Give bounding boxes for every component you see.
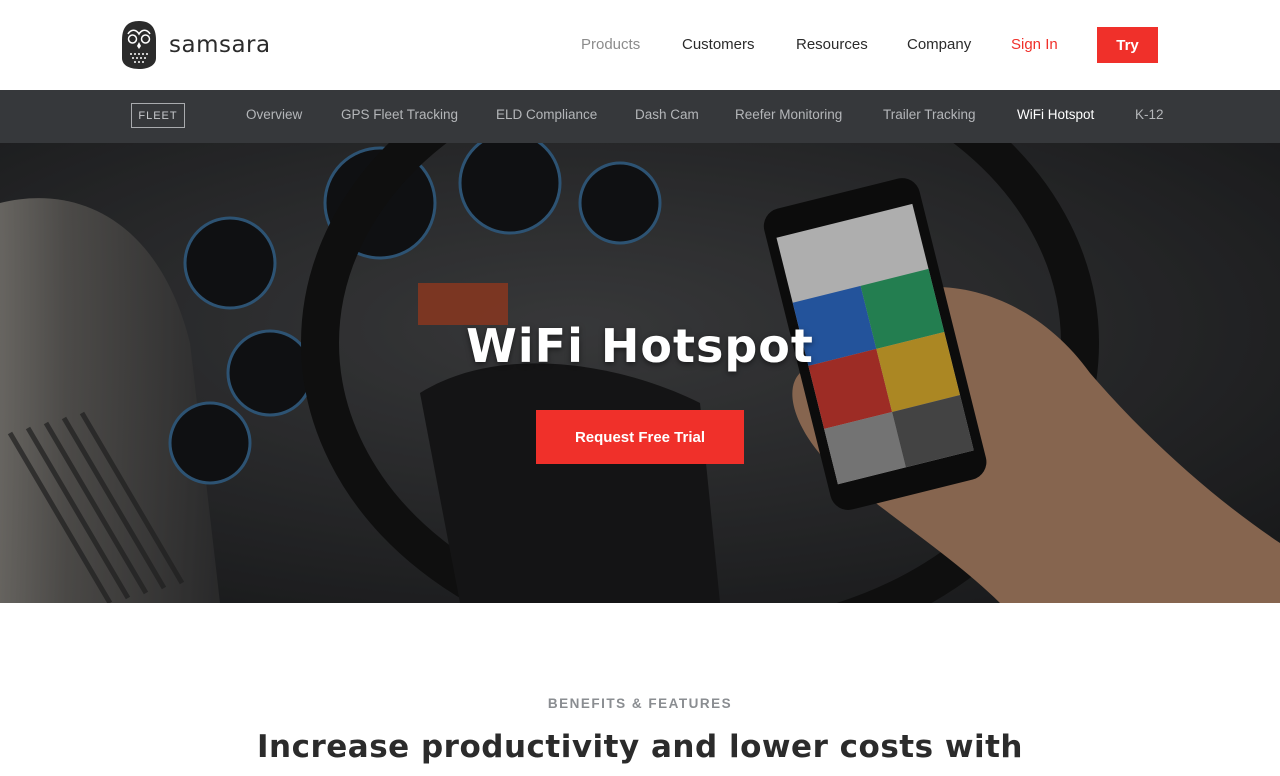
nav-products[interactable]: Products: [581, 36, 640, 53]
try-button[interactable]: Try: [1097, 27, 1158, 63]
subnav-overview[interactable]: Overview: [246, 107, 302, 122]
fleet-subnav: FLEET Overview GPS Fleet Tracking ELD Co…: [0, 90, 1280, 143]
samsara-logo[interactable]: samsara: [121, 20, 271, 70]
owl-logo-icon: [122, 21, 156, 69]
top-header: samsara Products Customers Resources Com…: [0, 0, 1280, 90]
subnav-k-12[interactable]: K-12: [1135, 107, 1164, 122]
subnav-reefer-monitoring[interactable]: Reefer Monitoring: [735, 107, 842, 122]
subnav-trailer-tracking[interactable]: Trailer Tracking: [883, 107, 976, 122]
hero-section: WiFi Hotspot Request Free Trial: [0, 143, 1280, 603]
benefits-heading: Increase productivity and lower costs wi…: [257, 729, 1023, 765]
subnav-dash-cam[interactable]: Dash Cam: [635, 107, 699, 122]
nav-customers[interactable]: Customers: [682, 36, 755, 53]
hero-background-image: [0, 143, 1280, 603]
subnav-gps-fleet-tracking[interactable]: GPS Fleet Tracking: [341, 107, 458, 122]
nav-company[interactable]: Company: [907, 36, 971, 53]
nav-sign-in[interactable]: Sign In: [1011, 36, 1058, 53]
subnav-wifi-hotspot[interactable]: WiFi Hotspot: [1017, 107, 1094, 122]
fleet-section-tag: FLEET: [131, 103, 185, 128]
nav-resources[interactable]: Resources: [796, 36, 868, 53]
logo-wordmark: samsara: [169, 32, 271, 58]
hero-title: WiFi Hotspot: [466, 319, 814, 373]
subnav-eld-compliance[interactable]: ELD Compliance: [496, 107, 597, 122]
request-free-trial-button[interactable]: Request Free Trial: [536, 410, 744, 464]
benefits-eyebrow: BENEFITS & FEATURES: [547, 696, 733, 711]
